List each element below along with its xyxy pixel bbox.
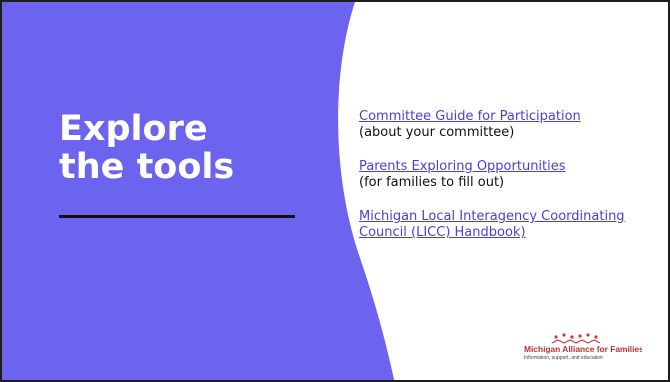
committee-guide-note: (about your committee) — [359, 125, 515, 140]
resource-list: Committee Guide for Participation (about… — [359, 109, 659, 259]
figures-icon — [551, 333, 601, 344]
logo-tagline: Information, support, and education — [524, 355, 603, 361]
resource-item-committee-guide: Committee Guide for Participation (about… — [359, 109, 659, 141]
slide-title: Explore the tools — [59, 109, 235, 187]
parents-exploring-link[interactable]: Parents Exploring Opportunities — [359, 159, 566, 174]
committee-guide-link[interactable]: Committee Guide for Participation — [359, 109, 581, 124]
parents-exploring-note: (for families to fill out) — [359, 175, 505, 190]
licc-handbook-link[interactable]: Michigan Local Interagency Coordinating … — [359, 209, 625, 240]
resource-item-licc-handbook: Michigan Local Interagency Coordinating … — [359, 209, 659, 241]
michigan-alliance-logo: Michigan Alliance for Families Informati… — [524, 333, 642, 361]
slide: Explore the tools Committee Guide for Pa… — [0, 0, 670, 382]
title-underline — [59, 215, 295, 218]
logo-name: Michigan Alliance for Families — [524, 344, 642, 354]
resource-item-parents-exploring: Parents Exploring Opportunities (for fam… — [359, 159, 659, 191]
